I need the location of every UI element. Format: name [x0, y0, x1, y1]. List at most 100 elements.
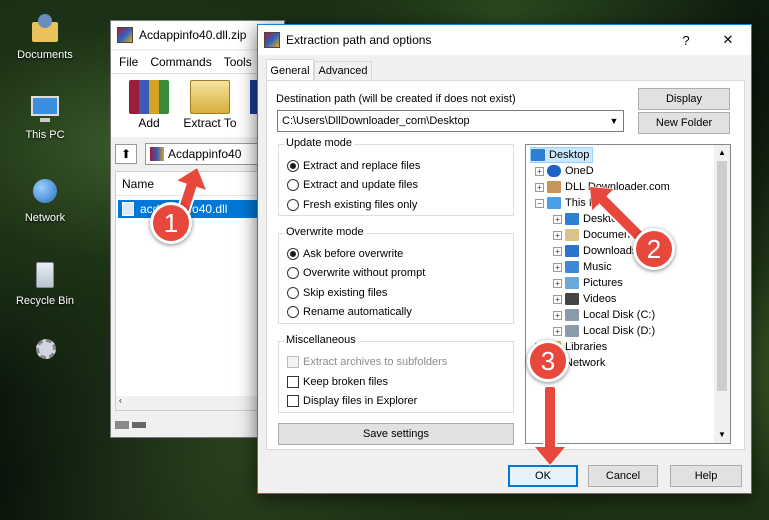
tree-item-videos[interactable]: + Videos: [553, 291, 616, 307]
expand-icon[interactable]: +: [553, 230, 562, 240]
computer-icon: [547, 197, 561, 209]
radio-unselected: [287, 287, 299, 299]
skip-existing-radio[interactable]: Skip existing files: [287, 287, 387, 299]
cloud-icon: [547, 165, 561, 177]
radio-selected: [287, 248, 299, 260]
fresh-existing-radio[interactable]: Fresh existing files only: [287, 199, 417, 211]
expand-icon[interactable]: +: [535, 166, 544, 176]
keep-broken-files-checkbox[interactable]: Keep broken files: [287, 376, 388, 388]
download-arrow-icon: [565, 245, 579, 257]
option-label: Ask before overwrite: [303, 248, 404, 260]
scroll-down-icon[interactable]: ▼: [714, 427, 730, 443]
chevron-down-icon[interactable]: ▼: [605, 116, 623, 126]
extraction-dialog[interactable]: Extraction path and options ? ✕ General …: [257, 24, 752, 494]
winrar-icon: [264, 32, 280, 48]
scroll-up-icon[interactable]: ▲: [714, 145, 730, 161]
scroll-thumb[interactable]: [717, 161, 727, 391]
desktop-icon-label: Recycle Bin: [15, 295, 75, 307]
option-label: Skip existing files: [303, 287, 388, 299]
menu-tools[interactable]: Tools: [224, 55, 252, 69]
option-label: Keep broken files: [303, 376, 388, 388]
add-label: Add: [138, 116, 160, 130]
display-in-explorer-checkbox[interactable]: Display files in Explorer: [287, 395, 417, 407]
tree-label: Libraries: [565, 341, 608, 353]
expand-icon[interactable]: +: [553, 214, 562, 224]
ask-before-overwrite-radio[interactable]: Ask before overwrite: [287, 248, 403, 260]
tree-item-local-disk-d[interactable]: + Local Disk (D:): [553, 323, 655, 339]
tree-item-desktop-root[interactable]: Desktop: [530, 147, 594, 163]
step-2-badge: 2: [633, 228, 675, 270]
close-button[interactable]: ✕: [705, 25, 751, 55]
destination-path-combo[interactable]: C:\Users\DllDownloader_com\Desktop ▼: [277, 110, 624, 132]
extract-replace-radio[interactable]: Extract and replace files: [287, 160, 420, 172]
checkbox-disabled: [287, 356, 299, 368]
user-folder-icon: [28, 12, 62, 46]
display-button[interactable]: Display: [638, 88, 730, 110]
expand-icon[interactable]: +: [535, 182, 544, 192]
tree-item-local-disk-c[interactable]: + Local Disk (C:): [553, 307, 655, 323]
tree-label: Desktop: [549, 149, 590, 161]
desktop-icon-network[interactable]: Network: [12, 175, 78, 224]
up-folder-button[interactable]: ⬆: [115, 144, 137, 164]
radio-selected: [287, 160, 299, 172]
status-bar: [115, 417, 155, 433]
tree-item-pictures[interactable]: + Pictures: [553, 275, 623, 291]
expand-icon[interactable]: +: [553, 278, 562, 288]
desktop-icon-app[interactable]: [12, 335, 78, 372]
desktop-icon-recycle-bin[interactable]: Recycle Bin: [12, 258, 78, 307]
tree-label: Pictures: [583, 277, 623, 289]
desktop-icon-documents[interactable]: Documents: [12, 12, 78, 61]
extract-update-radio[interactable]: Extract and update files: [287, 179, 418, 191]
step-3-badge: 3: [527, 340, 569, 382]
tab-general[interactable]: General: [266, 59, 314, 81]
gear-icon: [28, 335, 62, 369]
pictures-icon: [565, 277, 579, 289]
tree-scrollbar[interactable]: ▲ ▼: [714, 145, 730, 443]
tab-panel: Destination path (will be created if doe…: [266, 80, 745, 450]
ok-button[interactable]: OK: [508, 465, 578, 487]
option-label: Display files in Explorer: [303, 395, 418, 407]
path-text: Acdappinfo40: [168, 147, 242, 161]
new-folder-button[interactable]: New Folder: [638, 112, 730, 134]
menu-commands[interactable]: Commands: [150, 55, 211, 69]
expand-icon[interactable]: +: [553, 294, 562, 304]
tab-advanced[interactable]: Advanced: [314, 61, 372, 81]
rename-automatically-radio[interactable]: Rename automatically: [287, 306, 412, 318]
desktop-icon-label: Network: [24, 212, 66, 224]
option-label: Fresh existing files only: [303, 199, 418, 211]
option-label: Extract archives to subfolders: [303, 356, 448, 368]
user-icon: [547, 181, 561, 193]
extract-to-button[interactable]: Extract To: [179, 80, 241, 130]
tree-item-downloads[interactable]: + Downloads: [553, 243, 637, 259]
folder-tree[interactable]: Desktop + OneD + DLL Downloader.com − This …: [525, 144, 731, 444]
cancel-button[interactable]: Cancel: [588, 465, 658, 487]
tree-item-onedrive[interactable]: + OneD: [535, 163, 594, 179]
drive-icon: [565, 325, 579, 337]
help-button[interactable]: Help: [670, 465, 742, 487]
radio-unselected: [287, 179, 299, 191]
help-title-button[interactable]: ?: [667, 25, 705, 55]
expand-icon[interactable]: +: [553, 246, 562, 256]
network-icon: [28, 175, 62, 209]
step-1-badge: 1: [150, 202, 192, 244]
tree-item-music[interactable]: + Music: [553, 259, 612, 275]
checkbox-unchecked: [287, 376, 299, 388]
collapse-icon[interactable]: −: [535, 198, 544, 208]
destination-path-value: C:\Users\DllDownloader_com\Desktop: [282, 115, 470, 127]
expand-icon[interactable]: +: [553, 326, 562, 336]
key-icon: [132, 422, 146, 428]
desktop-icon-label: Documents: [17, 49, 73, 61]
overwrite-mode-title: Overwrite mode: [284, 226, 366, 238]
expand-icon[interactable]: +: [553, 262, 562, 272]
tree-label: OneD: [565, 165, 594, 177]
add-button[interactable]: Add: [123, 80, 175, 130]
desktop-icon-this-pc[interactable]: This PC: [12, 92, 78, 141]
expand-icon[interactable]: +: [553, 310, 562, 320]
menu-file[interactable]: File: [119, 55, 138, 69]
dialog-title: Extraction path and options: [286, 33, 432, 47]
overwrite-without-prompt-radio[interactable]: Overwrite without prompt: [287, 267, 425, 279]
miscellaneous-title: Miscellaneous: [284, 334, 358, 346]
desktop-icon: [531, 149, 545, 161]
save-settings-button[interactable]: Save settings: [278, 423, 514, 445]
update-mode-title: Update mode: [284, 137, 355, 149]
